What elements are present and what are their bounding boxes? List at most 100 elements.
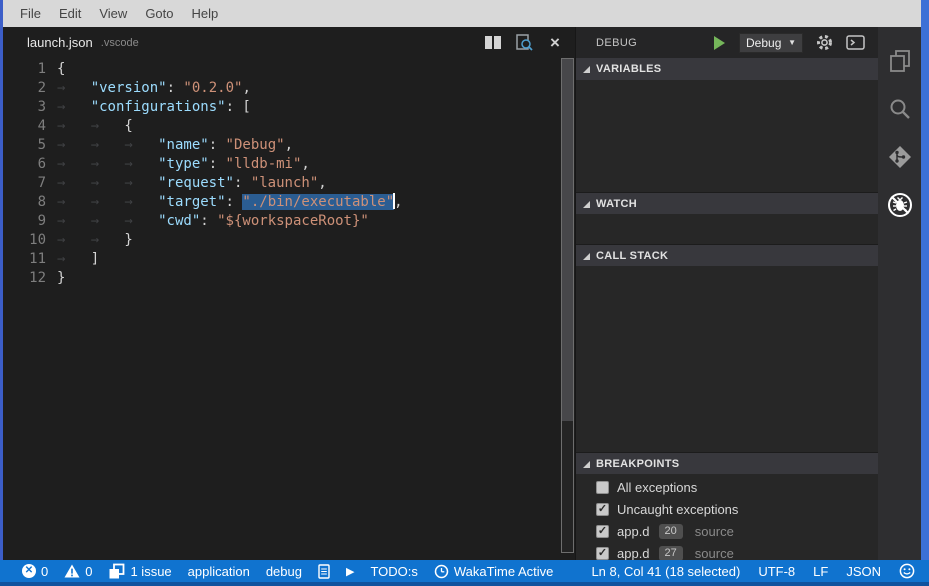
language-mode-item[interactable]: JSON	[846, 564, 881, 579]
feedback-smiley-icon[interactable]	[899, 563, 915, 579]
code-editor[interactable]: 1{2→"version": "0.2.0",3→"configurations…	[3, 58, 561, 560]
code-line[interactable]: 6→→→"type": "lldb-mi",	[3, 155, 561, 174]
line-number[interactable]: 9	[3, 212, 46, 231]
debug-console-icon[interactable]	[846, 35, 865, 50]
document-icon[interactable]	[318, 564, 330, 579]
tab-whitespace-icon: →	[124, 193, 158, 212]
section-call-stack[interactable]: CALL STACK	[576, 244, 878, 266]
eol-item[interactable]: LF	[813, 564, 828, 579]
code-line[interactable]: 4→→{	[3, 117, 561, 136]
check-icon: ✓	[598, 504, 607, 515]
breakpoint-label: app.d	[617, 546, 650, 561]
breakpoint-row[interactable]: ✓app.d27source	[576, 542, 878, 560]
call-stack-content[interactable]	[576, 266, 878, 452]
breakpoint-row[interactable]: ✓app.d20source	[576, 520, 878, 542]
code-line[interactable]: 9→→→"cwd": "${workspaceRoot}"	[3, 212, 561, 231]
line-number[interactable]: 3	[3, 98, 46, 117]
warning-count[interactable]: 0	[64, 564, 92, 579]
code-line[interactable]: 5→→→"name": "Debug",	[3, 136, 561, 155]
breakpoint-source-label: source	[695, 524, 734, 539]
line-number[interactable]: 4	[3, 117, 46, 136]
debug-mode-item[interactable]: debug	[266, 564, 302, 579]
breakpoint-row[interactable]: All exceptions	[576, 476, 878, 498]
menu-edit[interactable]: Edit	[50, 0, 90, 27]
debug-icon[interactable]	[878, 181, 921, 229]
application-item[interactable]: application	[188, 564, 250, 579]
code-line[interactable]: 1{	[3, 60, 561, 79]
editor-group: launch.json .vscode × 1{2→"version": "0.…	[3, 27, 575, 560]
tab-whitespace-icon: →	[57, 212, 91, 231]
section-watch[interactable]: WATCH	[576, 192, 878, 214]
code-token: ,	[242, 80, 250, 96]
section-variables[interactable]: VARIABLES	[576, 58, 878, 80]
gear-icon[interactable]	[816, 34, 833, 51]
error-count[interactable]: ✕ 0	[22, 564, 48, 579]
debug-config-dropdown[interactable]: Debug ▼	[739, 33, 803, 53]
checkbox-unchecked[interactable]	[596, 481, 609, 494]
code-token: ]	[91, 251, 99, 267]
code-token: }	[124, 232, 132, 248]
section-breakpoints[interactable]: BREAKPOINTS	[576, 452, 878, 474]
watch-content[interactable]	[576, 214, 878, 244]
line-number-badge: 20	[659, 524, 683, 539]
code-token: "configurations"	[91, 99, 226, 115]
vscode-window: File Edit View Goto Help launch.json .vs…	[0, 0, 929, 586]
variables-content[interactable]	[576, 80, 878, 192]
tab-whitespace-icon: →	[91, 193, 125, 212]
line-number[interactable]: 12	[3, 269, 46, 288]
code-token: ,	[318, 175, 326, 191]
todo-item[interactable]: TODO:s	[370, 564, 417, 579]
tab-whitespace-icon: →	[91, 212, 125, 231]
tab-whitespace-icon: →	[57, 193, 91, 212]
split-editor-icon[interactable]	[483, 33, 503, 53]
line-number[interactable]: 10	[3, 231, 46, 250]
code-token: {	[57, 61, 65, 77]
line-number[interactable]: 2	[3, 79, 46, 98]
code-token: "target"	[158, 194, 225, 210]
code-line[interactable]: 11 →]	[3, 250, 561, 269]
check-icon: ✓	[598, 526, 607, 537]
code-line[interactable]: 3→"configurations": [	[3, 98, 561, 117]
open-preview-icon[interactable]	[514, 33, 534, 53]
chevron-down-icon: ▼	[788, 38, 796, 47]
checkbox-checked[interactable]: ✓	[596, 525, 609, 538]
line-number[interactable]: 5	[3, 136, 46, 155]
start-debug-button[interactable]	[714, 36, 725, 50]
code-line[interactable]: 2→"version": "0.2.0",	[3, 79, 561, 98]
issues-item[interactable]: 1 issue	[108, 563, 171, 580]
breakpoint-row[interactable]: ✓Uncaught exceptions	[576, 498, 878, 520]
encoding-item[interactable]: UTF-8	[758, 564, 795, 579]
line-number[interactable]: 6	[3, 155, 46, 174]
wakatime-item[interactable]: WakaTime Active	[434, 564, 553, 579]
code-line[interactable]: 8→→→"target": "./bin/executable",	[3, 193, 561, 212]
menu-help[interactable]: Help	[183, 0, 228, 27]
source-control-icon[interactable]	[878, 133, 921, 181]
menu-view[interactable]: View	[90, 0, 136, 27]
code-token: {	[124, 118, 132, 134]
explorer-icon[interactable]	[878, 37, 921, 85]
tab-whitespace-icon: →	[57, 250, 91, 269]
line-number[interactable]: 7	[3, 174, 46, 193]
code-token: ,	[301, 156, 309, 172]
line-number[interactable]: 1	[3, 60, 46, 79]
cursor-position[interactable]: Ln 8, Col 41 (18 selected)	[591, 564, 740, 579]
search-icon[interactable]	[878, 85, 921, 133]
code-line[interactable]: 10→→}	[3, 231, 561, 250]
menu-goto[interactable]: Goto	[136, 0, 182, 27]
scrollbar-thumb[interactable]	[562, 59, 573, 421]
checkbox-checked[interactable]: ✓	[596, 503, 609, 516]
debug-config-label: Debug	[746, 36, 781, 50]
tab-filename[interactable]: launch.json	[27, 35, 93, 50]
code-token: : [	[226, 99, 251, 115]
checkbox-checked[interactable]: ✓	[596, 547, 609, 560]
menu-file[interactable]: File	[11, 0, 50, 27]
run-task-item[interactable]: ▶	[346, 565, 354, 578]
line-number[interactable]: 11	[3, 250, 46, 269]
code-line[interactable]: 12}	[3, 269, 561, 288]
close-icon[interactable]: ×	[545, 33, 565, 53]
code-token: "Debug"	[226, 137, 285, 153]
line-number[interactable]: 8	[3, 193, 46, 212]
editor-scrollbar[interactable]	[561, 58, 574, 553]
code-line[interactable]: 7→→→"request": "launch",	[3, 174, 561, 193]
code-token: "${workspaceRoot}"	[217, 213, 369, 229]
